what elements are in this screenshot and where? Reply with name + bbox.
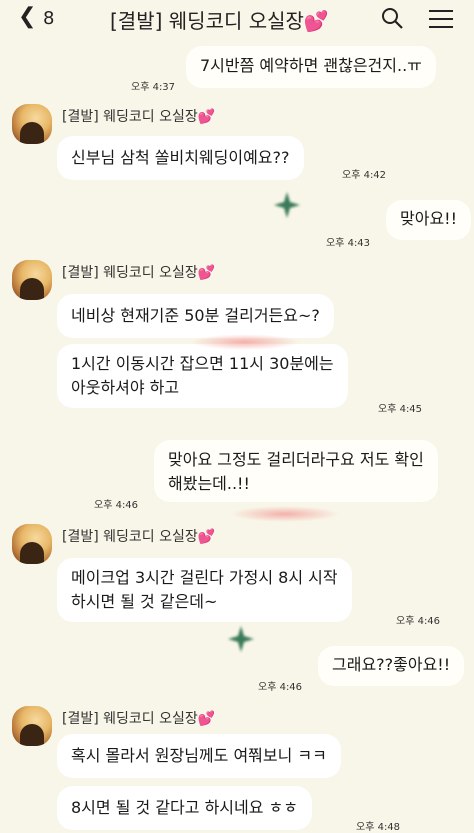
chat-header: ❮ 8 [결발] 웨딩코디 오실장💕 (0, 0, 474, 40)
message-time: 오후 4:46 (396, 616, 441, 627)
message-text: 8시면 될 것 같다고 하시네요 ㅎㅎ (71, 798, 298, 817)
message-text-line-2: 아웃하셔야 하고 (71, 378, 180, 397)
message-text: 혹시 몰라서 원장님께도 여쭤보니 ㅋㅋ (71, 746, 327, 765)
message-time: 오후 4:46 (258, 682, 303, 693)
outgoing-message[interactable]: 맞아요!! (386, 200, 471, 240)
message-text: 신부님 삼척 쏠비치웨딩이예요?? (71, 148, 290, 167)
message-text-line-2: 해봤는데..!! (168, 474, 250, 493)
message-text-line-1: 맞아요 그정도 걸리더라구요 저도 확인 (168, 450, 424, 469)
search-icon[interactable] (380, 6, 404, 30)
message-text: 네비상 현재기준 50분 걸리거든요~? (71, 306, 320, 325)
incoming-message[interactable]: 혹시 몰라서 원장님께도 여쭤보니 ㅋㅋ (57, 734, 341, 778)
message-text: 맞아요!! (400, 209, 457, 228)
message-text: 그래요??좋아요!! (332, 655, 451, 674)
menu-icon[interactable] (428, 8, 454, 30)
message-time: 오후 4:45 (378, 404, 423, 415)
glow-decoration (190, 334, 300, 350)
incoming-message[interactable]: 메이크업 3시간 걸린다 가정시 8시 시작 하시면 될 것 같은데~ (57, 558, 352, 622)
message-time: 오후 4:46 (94, 500, 139, 511)
star-sticker-decoration (272, 190, 302, 220)
avatar[interactable] (12, 524, 52, 564)
incoming-message[interactable]: 네비상 현재기준 50분 걸리거든요~? (57, 294, 334, 338)
message-time: 오후 4:42 (342, 170, 387, 181)
back-button[interactable]: ❮ (18, 4, 36, 29)
incoming-message[interactable]: 8시면 될 것 같다고 하시네요 ㅎㅎ (57, 786, 312, 830)
sender-name: [결발] 웨딩코디 오실장💕 (62, 109, 216, 125)
message-time: 오후 4:43 (326, 238, 371, 249)
outgoing-message[interactable]: 그래요??좋아요!! (318, 646, 465, 686)
incoming-message[interactable]: 신부님 삼척 쏠비치웨딩이예요?? (57, 136, 304, 180)
message-text: 7시반쯤 예약하면 괜찮은건지..ㅠ (200, 56, 422, 75)
avatar[interactable] (12, 260, 52, 300)
sender-name: [결발] 웨딩코디 오실장💕 (62, 529, 216, 545)
message-text-line-2: 하시면 될 것 같은데~ (71, 592, 218, 611)
message-time: 오후 4:37 (131, 82, 176, 93)
sender-name: [결발] 웨딩코디 오실장💕 (62, 711, 216, 727)
message-text-line-1: 1시간 이동시간 잡으면 11시 30분에는 (71, 354, 334, 373)
glow-decoration (230, 506, 340, 522)
avatar[interactable] (12, 706, 52, 746)
chat-title: [결발] 웨딩코디 오실장💕 (110, 9, 329, 33)
unread-count: 8 (43, 8, 55, 29)
avatar[interactable] (12, 104, 52, 144)
sender-name: [결발] 웨딩코디 오실장💕 (62, 265, 216, 281)
message-text-line-1: 메이크업 3시간 걸린다 가정시 8시 시작 (71, 568, 338, 587)
outgoing-message[interactable]: 맞아요 그정도 걸리더라구요 저도 확인 해봤는데..!! (154, 440, 438, 502)
message-time: 오후 4:48 (356, 822, 401, 833)
outgoing-message[interactable]: 7시반쯤 예약하면 괜찮은건지..ㅠ (186, 46, 436, 88)
incoming-message[interactable]: 1시간 이동시간 잡으면 11시 30분에는 아웃하셔야 하고 (57, 344, 348, 408)
star-sticker-decoration (226, 624, 256, 654)
